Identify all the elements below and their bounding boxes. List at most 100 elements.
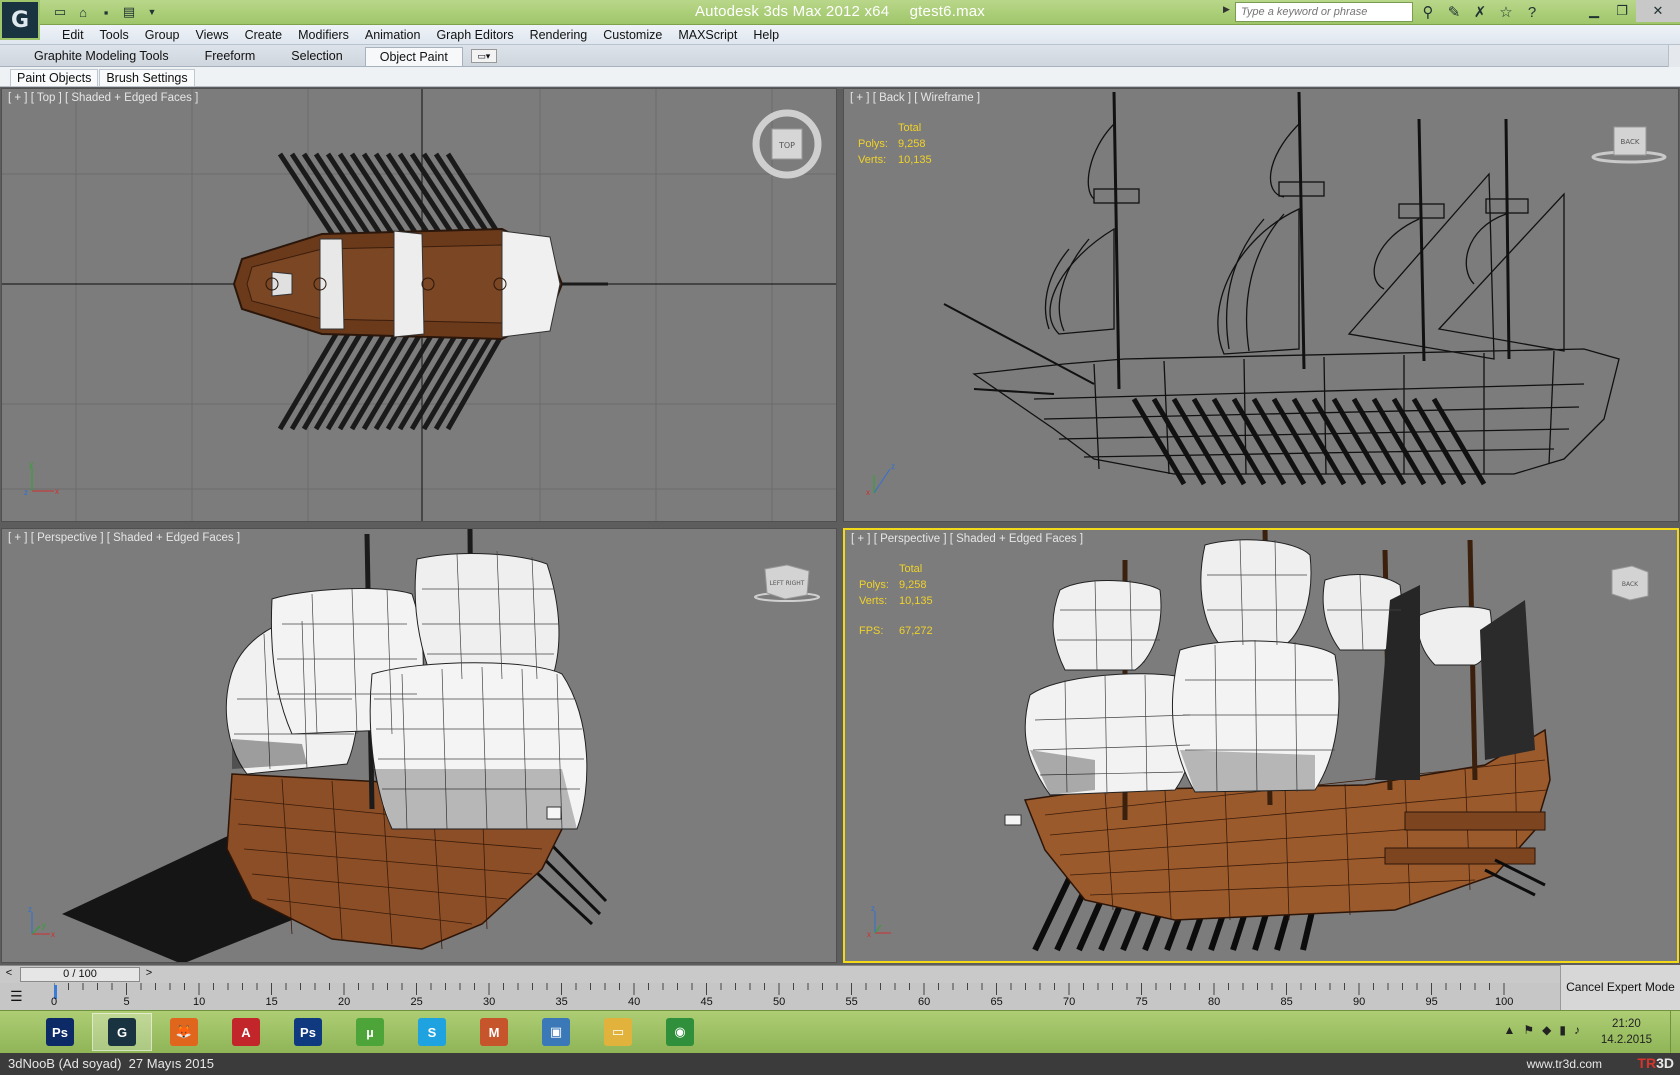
skype-icon: S bbox=[418, 1018, 446, 1046]
action-center-flag-icon[interactable]: ⚑ bbox=[1523, 1023, 1534, 1037]
track-tick-label: 70 bbox=[1063, 996, 1076, 1008]
svg-text:x: x bbox=[867, 930, 871, 939]
menu-help[interactable]: Help bbox=[745, 27, 787, 43]
ribbon-panel: Paint Objects Brush Settings bbox=[0, 67, 1680, 87]
time-slider[interactable]: < 0 / 100 > bbox=[0, 965, 838, 983]
tray-expand-icon[interactable]: ▲ bbox=[1504, 1023, 1516, 1037]
tab-freeform[interactable]: Freeform bbox=[191, 47, 270, 66]
qat-dropdown-icon[interactable]: ▼ bbox=[142, 3, 162, 21]
viewport-perspective-right-active[interactable]: [ + ] [ Perspective ] [ Shaded + Edged F… bbox=[843, 528, 1679, 963]
help-icon[interactable]: ? bbox=[1522, 2, 1542, 22]
menu-graph-editors[interactable]: Graph Editors bbox=[428, 27, 521, 43]
search-expand-icon[interactable]: ▶ bbox=[1223, 4, 1230, 15]
taskbar-app-file-explorer[interactable]: ▭ bbox=[588, 1013, 648, 1051]
viewport-perspective-left[interactable]: [ + ] [ Perspective ] [ Shaded + Edged F… bbox=[1, 528, 837, 963]
menu-customize[interactable]: Customize bbox=[595, 27, 670, 43]
restore-icon[interactable]: ❐ bbox=[1608, 0, 1636, 22]
app-title: Autodesk 3ds Max 2012 x64 bbox=[694, 3, 890, 20]
binoculars-icon[interactable]: ⚲ bbox=[1418, 2, 1438, 22]
drive-sync-icon[interactable]: ◆ bbox=[1542, 1023, 1551, 1037]
viewcube[interactable]: LEFT RIGHT bbox=[747, 559, 827, 611]
menu-rendering[interactable]: Rendering bbox=[522, 27, 596, 43]
viewport-label[interactable]: [ + ] [ Perspective ] [ Shaded + Edged F… bbox=[8, 532, 240, 544]
project-folder-icon[interactable]: ▤ bbox=[119, 3, 139, 21]
svg-text:x: x bbox=[55, 487, 59, 496]
viewport-label[interactable]: [ + ] [ Perspective ] [ Shaded + Edged F… bbox=[851, 533, 1083, 545]
track-bar[interactable]: ☰ 0 5 10 15 20 25 30 35 40 45 50 55 60 65 70 75 80 85 90 95… bbox=[0, 983, 1560, 1010]
menu-edit[interactable]: Edit bbox=[54, 27, 92, 43]
track-tick-label: 0 bbox=[51, 996, 58, 1008]
network-signal-icon[interactable]: ▮ bbox=[1559, 1023, 1566, 1037]
mudbox-icon: M bbox=[480, 1018, 508, 1046]
taskbar-app-skype[interactable]: S bbox=[402, 1013, 462, 1051]
track-tick-label: 50 bbox=[773, 996, 786, 1008]
stats-polys-label: Polys: bbox=[858, 138, 888, 150]
close-icon[interactable]: ✕ bbox=[1636, 0, 1680, 22]
time-slider-track[interactable] bbox=[838, 965, 1560, 983]
viewport-top[interactable]: [ + ] [ Top ] [ Shaded + Edged Faces ] T… bbox=[1, 88, 837, 522]
taskbar-app-photo-viewer[interactable]: ▣ bbox=[526, 1013, 586, 1051]
svg-text:z: z bbox=[28, 905, 32, 914]
menu-maxscript[interactable]: MAXScript bbox=[670, 27, 745, 43]
menu-animation[interactable]: Animation bbox=[357, 27, 429, 43]
track-ruler[interactable] bbox=[54, 983, 1554, 1010]
brush-settings-button[interactable]: Brush Settings bbox=[99, 69, 195, 87]
stats-fps-label: FPS: bbox=[859, 625, 884, 637]
communication-center-icon[interactable]: ✎ bbox=[1444, 2, 1464, 22]
file-explorer-icon: ▭ bbox=[604, 1018, 632, 1046]
photoshop-icon: Ps bbox=[46, 1018, 74, 1046]
viewport-label[interactable]: [ + ] [ Top ] [ Shaded + Edged Faces ] bbox=[8, 92, 198, 104]
taskbar-app-autocad[interactable]: A bbox=[216, 1013, 276, 1051]
viewcube-face-label: TOP bbox=[778, 141, 795, 150]
show-desktop-button[interactable] bbox=[1670, 1011, 1680, 1054]
viewcube[interactable]: TOP bbox=[752, 109, 822, 181]
menu-tools[interactable]: Tools bbox=[92, 27, 137, 43]
tab-object-paint[interactable]: Object Paint bbox=[364, 47, 463, 66]
menu-modifiers[interactable]: Modifiers bbox=[290, 27, 357, 43]
perspective-scene-right bbox=[1004, 530, 1551, 952]
time-slider-thumb[interactable]: 0 / 100 bbox=[20, 967, 140, 982]
favorites-star-icon[interactable]: ☆ bbox=[1496, 2, 1516, 22]
track-tick-label: 5 bbox=[123, 996, 130, 1008]
search-input[interactable] bbox=[1235, 2, 1413, 22]
volume-icon[interactable]: ♪ bbox=[1574, 1023, 1580, 1037]
save-file-icon[interactable]: ▪ bbox=[96, 3, 116, 21]
minimize-icon[interactable]: ▁ bbox=[1580, 0, 1608, 22]
perspective-scene-left bbox=[62, 529, 608, 962]
tab-selection[interactable]: Selection bbox=[277, 47, 356, 66]
menu-views[interactable]: Views bbox=[187, 27, 236, 43]
menu-create[interactable]: Create bbox=[237, 27, 291, 43]
viewcube-face-label: LEFT RIGHT bbox=[770, 580, 805, 587]
taskbar-app-photoshop-2[interactable]: Ps bbox=[278, 1013, 338, 1051]
paint-objects-button[interactable]: Paint Objects bbox=[10, 69, 99, 87]
hull-top bbox=[232, 227, 608, 341]
tab-graphite-modeling-tools[interactable]: Graphite Modeling Tools bbox=[20, 47, 183, 66]
taskbar-clock[interactable]: 21:20 14.2.2015 bbox=[1601, 1016, 1652, 1048]
viewport-statistics: Total Polys: 9,258 Verts: 10,135 FPS: 67,27… bbox=[859, 561, 933, 639]
ribbon-options-dropdown-icon[interactable]: ▭▾ bbox=[470, 49, 497, 63]
taskbar-app-chrome[interactable]: ◉ bbox=[650, 1013, 710, 1051]
next-frame-icon[interactable]: > bbox=[142, 967, 156, 981]
viewcube[interactable]: BACK bbox=[1590, 560, 1670, 612]
previous-frame-icon[interactable]: < bbox=[2, 967, 16, 981]
taskbar-app-utorrent[interactable]: µ bbox=[340, 1013, 400, 1051]
track-tick-label: 65 bbox=[990, 996, 1003, 1008]
axis-tripod: y x z bbox=[22, 460, 62, 501]
taskbar-app-firefox[interactable]: 🦊 bbox=[154, 1013, 214, 1051]
viewcube[interactable]: BACK bbox=[1589, 119, 1669, 171]
axis-tripod: z x bbox=[864, 461, 904, 501]
application-menu-button[interactable]: G bbox=[0, 0, 40, 40]
cancel-expert-mode-button[interactable]: Cancel Expert Mode bbox=[1560, 965, 1680, 1010]
taskbar-app-3dsmax[interactable]: G bbox=[92, 1013, 152, 1051]
viewport-back[interactable]: [ + ] [ Back ] [ Wireframe ] Total Polys… bbox=[843, 88, 1679, 522]
open-mini-curve-editor-icon[interactable]: ☰ bbox=[10, 988, 23, 1005]
viewport-label[interactable]: [ + ] [ Back ] [ Wireframe ] bbox=[850, 92, 980, 104]
subscription-icon[interactable]: ✗ bbox=[1470, 2, 1490, 22]
system-tray: ▲ ⚑ ◆ ▮ ♪ bbox=[1504, 1023, 1581, 1037]
new-file-icon[interactable]: ▭ bbox=[50, 3, 70, 21]
taskbar-app-photoshop[interactable]: Ps bbox=[30, 1013, 90, 1051]
taskbar-app-mudbox[interactable]: M bbox=[464, 1013, 524, 1051]
menu-group[interactable]: Group bbox=[137, 27, 188, 43]
track-tick-label: 25 bbox=[410, 996, 423, 1008]
open-file-icon[interactable]: ⌂ bbox=[73, 3, 93, 21]
